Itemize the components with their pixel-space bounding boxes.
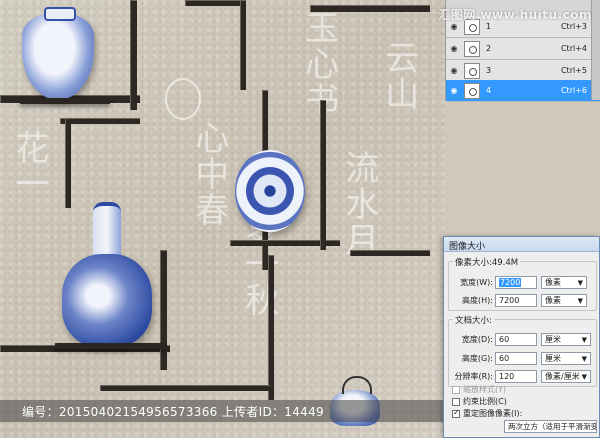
resample-label: 重定图像像素(I): [463,409,523,418]
scale-styles-checkbox[interactable]: 缩放样式(Y) [452,384,506,395]
layer-name: 3 [486,66,492,75]
chevron-down-icon: ▼ [581,372,587,381]
layer-row[interactable]: ◉ 2 Ctrl+4 [446,38,600,60]
pixel-dimensions-label: 像素大小:49.4M [453,256,521,268]
resample-method-select[interactable]: 两次立方（适用于平滑渐变） [504,420,597,433]
height-label: 高度(H): [462,295,493,305]
width-unit: 像素 [545,277,561,287]
shelf [55,343,165,349]
resolution-label: 分辨率(R): [454,371,494,381]
width-value: 7200 [499,277,522,287]
calligraphy-pattern: 花一 [8,130,49,202]
porcelain-plate [235,150,305,232]
height-unit-select[interactable]: 像素 ▼ [541,293,587,307]
eye-icon[interactable]: ◉ [446,86,462,95]
width-unit-select[interactable]: 像素 ▼ [541,275,587,289]
layer-name: 2 [486,44,492,53]
calligraphy-pattern: 流水月 [338,150,379,258]
eye-icon[interactable]: ◉ [446,22,462,31]
layer-row[interactable]: ◉ 3 Ctrl+5 [446,60,600,82]
chevron-down-icon: ▼ [577,278,583,287]
shelf [20,98,110,104]
porcelain-jar [22,7,94,100]
resolution-unit: 像素/厘米 [545,371,580,381]
chevron-down-icon: ▼ [581,335,587,344]
checkbox-box [452,385,460,394]
resolution-unit-select[interactable]: 像素/厘米 ▼ [541,369,591,383]
layer-row-selected[interactable]: ◉ 4 Ctrl+6 [446,80,600,102]
pixel-dimensions-group: 像素大小:49.4M 宽度(W): 7200 像素 ▼ 高度(H): 7200 像… [448,256,597,311]
layer-name: 4 [486,86,492,95]
watermark-footer: 编号：20150402154956573366 上传者ID：14449 [0,400,445,422]
wood-frame [310,5,430,12]
image-size-dialog: 图像大小 像素大小:49.4M 宽度(W): 7200 像素 ▼ 高度(H): 7… [443,236,600,438]
wood-frame [268,255,274,400]
eye-icon[interactable]: ◉ [446,44,462,53]
doc-height-label: 高度(G): [461,353,493,363]
chevron-down-icon: ▼ [577,296,583,305]
wood-frame [160,250,167,370]
doc-width-input[interactable]: 60 [495,332,537,346]
resolution-input[interactable]: 120 [495,369,537,383]
document-size-group: 文档大小: 宽度(D): 60 厘米 ▼ 高度(G): 60 厘米 ▼ 分辨率(R)… [448,314,597,387]
calligraphy-pattern: 心中春 [188,120,229,228]
wood-frame [100,385,270,391]
layer-shortcut: Ctrl+6 [560,86,587,95]
eye-icon[interactable]: ◉ [446,66,462,75]
wood-frame [60,118,140,124]
checkbox-box [452,397,460,406]
document-canvas[interactable]: 玉心书 心中春 夏一秋 流水月 花一 云山 [0,0,445,438]
layer-thumbnail [464,82,480,99]
layer-shortcut: Ctrl+3 [560,22,587,31]
wood-frame [65,118,71,208]
wood-frame [240,0,246,90]
scale-styles-label: 缩放样式(Y) [463,385,507,394]
dialog-title[interactable]: 图像大小 [444,237,599,252]
vase-body [62,254,152,347]
height-unit: 像素 [545,295,561,305]
chevron-down-icon: ▼ [581,354,587,363]
porcelain-vase [62,202,152,347]
doc-height-unit-select[interactable]: 厘米 ▼ [541,351,591,365]
site-watermark: 汇图网 www.huitu.com [438,8,592,22]
calligraphy-pattern: 云山 [378,40,419,112]
constrain-proportions-checkbox[interactable]: 约束比例(C) [452,396,507,407]
constrain-label: 约束比例(C) [463,397,507,406]
seal-stamp [165,78,201,120]
doc-height-input[interactable]: 60 [495,351,537,365]
layer-shortcut: Ctrl+5 [560,66,587,75]
wood-frame [130,0,137,110]
layer-name: 1 [486,22,492,31]
width-label: 宽度(W): [460,277,493,287]
resample-checkbox[interactable]: 重定图像像素(I): [452,408,522,419]
width-input[interactable]: 7200 [495,275,537,289]
doc-height-unit: 厘米 [545,353,561,363]
doc-width-unit-select[interactable]: 厘米 ▼ [541,332,591,346]
checkbox-box-checked [452,408,460,418]
layer-thumbnail [464,62,480,79]
wood-frame [320,100,326,250]
document-size-label: 文档大小: [453,314,494,326]
wood-frame [350,250,430,256]
layer-thumbnail [464,40,480,57]
calligraphy-pattern: 玉心书 [298,10,339,118]
height-input[interactable]: 7200 [495,293,537,307]
doc-width-label: 宽度(D): [461,334,493,344]
doc-width-unit: 厘米 [545,334,561,344]
layer-shortcut: Ctrl+4 [560,44,587,53]
layers-scrollbar[interactable] [591,0,600,100]
wood-frame [185,0,245,6]
